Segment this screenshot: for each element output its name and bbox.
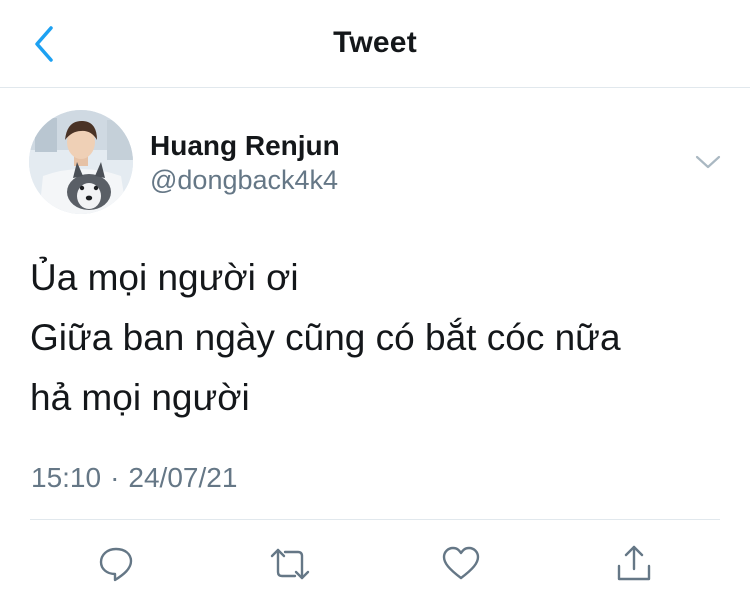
chevron-down-icon bbox=[695, 155, 721, 169]
like-button[interactable] bbox=[437, 540, 485, 588]
top-nav-bar: Tweet bbox=[0, 0, 750, 88]
tweet-timestamp: 15:10 · 24/07/21 bbox=[31, 462, 237, 494]
share-button[interactable] bbox=[610, 540, 658, 588]
tweet-date: 24/07/21 bbox=[128, 462, 238, 493]
tweet-text-line: Ủa mọi người ơi bbox=[30, 257, 299, 298]
tweet-text-line: Giữa ban ngày cũng có bắt cóc nữa bbox=[30, 317, 621, 358]
reply-button[interactable] bbox=[92, 540, 140, 588]
timestamp-separator: · bbox=[110, 462, 120, 493]
profile-photo bbox=[29, 110, 133, 214]
author-name: Huang Renjun bbox=[150, 130, 340, 161]
reply-icon bbox=[99, 547, 133, 582]
retweet-icon bbox=[270, 548, 310, 580]
tweet-text: Ủa mọi người ơi Giữa ban ngày cũng có bắ… bbox=[30, 248, 730, 428]
more-options-button[interactable] bbox=[690, 148, 726, 176]
author-handle: @dongback4k4 bbox=[150, 165, 339, 195]
tweet-text-line: hả mọi người bbox=[30, 377, 250, 418]
heart-icon bbox=[442, 546, 480, 580]
share-icon bbox=[617, 545, 651, 581]
page-title: Tweet bbox=[333, 26, 417, 59]
retweet-button[interactable] bbox=[266, 540, 314, 588]
header-divider bbox=[0, 87, 750, 88]
tweet-time: 15:10 bbox=[31, 462, 102, 493]
avatar[interactable] bbox=[29, 110, 133, 214]
actions-divider bbox=[30, 519, 720, 520]
tweet-author[interactable]: Huang Renjun @dongback4k4 bbox=[150, 130, 340, 197]
